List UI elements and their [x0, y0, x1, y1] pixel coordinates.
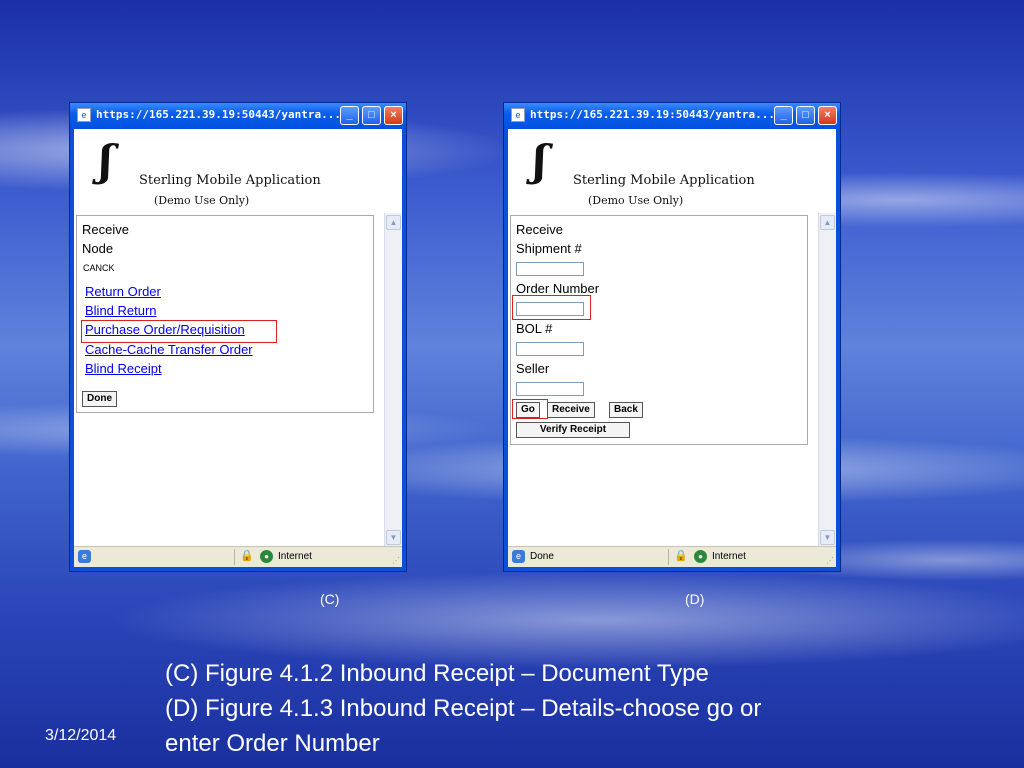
resize-grip-icon[interactable]: ⋰ — [826, 556, 834, 565]
status-bar: e Done 🔒 ● Internet ⋰ — [508, 546, 836, 567]
page-status-icon: e — [512, 550, 525, 563]
window-title: https://165.221.39.19:50443/yantra... — [96, 108, 342, 121]
browser-window-d: e https://165.221.39.19:50443/yantra... … — [503, 102, 841, 572]
link-blind-receipt[interactable]: Blind Receipt — [85, 361, 162, 376]
caption-d: (D) — [685, 591, 705, 607]
maximize-icon[interactable]: □ — [796, 106, 815, 125]
zone-label: Internet — [712, 551, 746, 562]
globe-icon: ● — [260, 550, 273, 563]
bol-label: BOL # — [516, 321, 553, 336]
vertical-scrollbar[interactable]: ▲ ▼ — [818, 213, 836, 547]
app-subtitle: (Demo Use Only) — [154, 194, 250, 207]
page-content: ʃ Sterling Mobile Application (Demo Use … — [508, 129, 836, 567]
receive-button[interactable]: Receive — [547, 402, 595, 418]
divider — [234, 549, 235, 565]
content-panel: Receive Shipment # Order Number BOL # Se… — [510, 215, 808, 445]
ie-page-icon: e — [511, 108, 525, 122]
seller-label: Seller — [516, 361, 550, 376]
shipment-label: Shipment # — [516, 241, 582, 256]
maximize-icon[interactable]: □ — [362, 106, 381, 125]
verify-receipt-button[interactable]: Verify Receipt — [516, 422, 630, 438]
ie-page-icon: e — [77, 108, 91, 122]
link-blind-return[interactable]: Blind Return — [85, 303, 157, 318]
done-button[interactable]: Done — [82, 391, 117, 407]
scroll-up-icon[interactable]: ▲ — [386, 215, 401, 230]
lock-icon: 🔒 — [240, 550, 254, 562]
zone-label: Internet — [278, 551, 312, 562]
divider — [668, 549, 669, 565]
app-subtitle: (Demo Use Only) — [588, 194, 684, 207]
status-text: Done — [530, 551, 554, 562]
receive-label: Receive — [82, 222, 129, 237]
app-title: Sterling Mobile Application — [573, 173, 755, 188]
caption-line: enter Order Number — [165, 730, 380, 757]
title-bar[interactable]: e https://165.221.39.19:50443/yantra... … — [504, 103, 840, 129]
window-title: https://165.221.39.19:50443/yantra... — [530, 108, 776, 121]
minimize-icon[interactable]: _ — [774, 106, 793, 125]
sterling-logo-icon: ʃ — [99, 136, 113, 185]
scroll-down-icon[interactable]: ▼ — [820, 530, 835, 545]
seller-input[interactable] — [516, 382, 584, 396]
scroll-up-icon[interactable]: ▲ — [820, 215, 835, 230]
highlight-box — [81, 320, 277, 343]
sterling-logo-icon: ʃ — [533, 136, 547, 185]
title-bar[interactable]: e https://165.221.39.19:50443/yantra... … — [70, 103, 406, 129]
close-icon[interactable]: × — [384, 106, 403, 125]
page-content: ʃ Sterling Mobile Application (Demo Use … — [74, 129, 402, 567]
slide-date: 3/12/2014 — [45, 727, 117, 744]
shipment-input[interactable] — [516, 262, 584, 276]
resize-grip-icon[interactable]: ⋰ — [392, 556, 400, 565]
vertical-scrollbar[interactable]: ▲ ▼ — [384, 213, 402, 547]
receive-label: Receive — [516, 222, 563, 237]
app-title: Sterling Mobile Application — [139, 173, 321, 188]
browser-window-c: e https://165.221.39.19:50443/yantra... … — [69, 102, 407, 572]
lock-icon: 🔒 — [674, 550, 688, 562]
close-icon[interactable]: × — [818, 106, 837, 125]
caption-c: (C) — [320, 591, 340, 607]
back-button[interactable]: Back — [609, 402, 643, 418]
order-number-input[interactable] — [516, 302, 584, 316]
caption-line: (C) Figure 4.1.2 Inbound Receipt – Docum… — [165, 660, 709, 687]
go-button[interactable]: Go — [516, 402, 540, 418]
node-label: Node — [82, 241, 114, 256]
globe-icon: ● — [694, 550, 707, 563]
order-number-label: Order Number — [516, 281, 600, 296]
slide-caption: (C) Figure 4.1.2 Inbound Receipt – Docum… — [165, 656, 761, 761]
status-bar: e 🔒 ● Internet ⋰ — [74, 546, 402, 567]
scroll-down-icon[interactable]: ▼ — [386, 530, 401, 545]
bol-input[interactable] — [516, 342, 584, 356]
page-status-icon: e — [78, 550, 91, 563]
content-panel: Receive Node CANCK Return Order Blind Re… — [76, 215, 374, 413]
link-return-order[interactable]: Return Order — [85, 284, 161, 299]
minimize-icon[interactable]: _ — [340, 106, 359, 125]
node-value: CANCK — [83, 263, 115, 273]
link-cache-transfer[interactable]: Cache-Cache Transfer Order — [85, 342, 253, 357]
caption-line: (D) Figure 4.1.3 Inbound Receipt – Detai… — [165, 695, 762, 722]
